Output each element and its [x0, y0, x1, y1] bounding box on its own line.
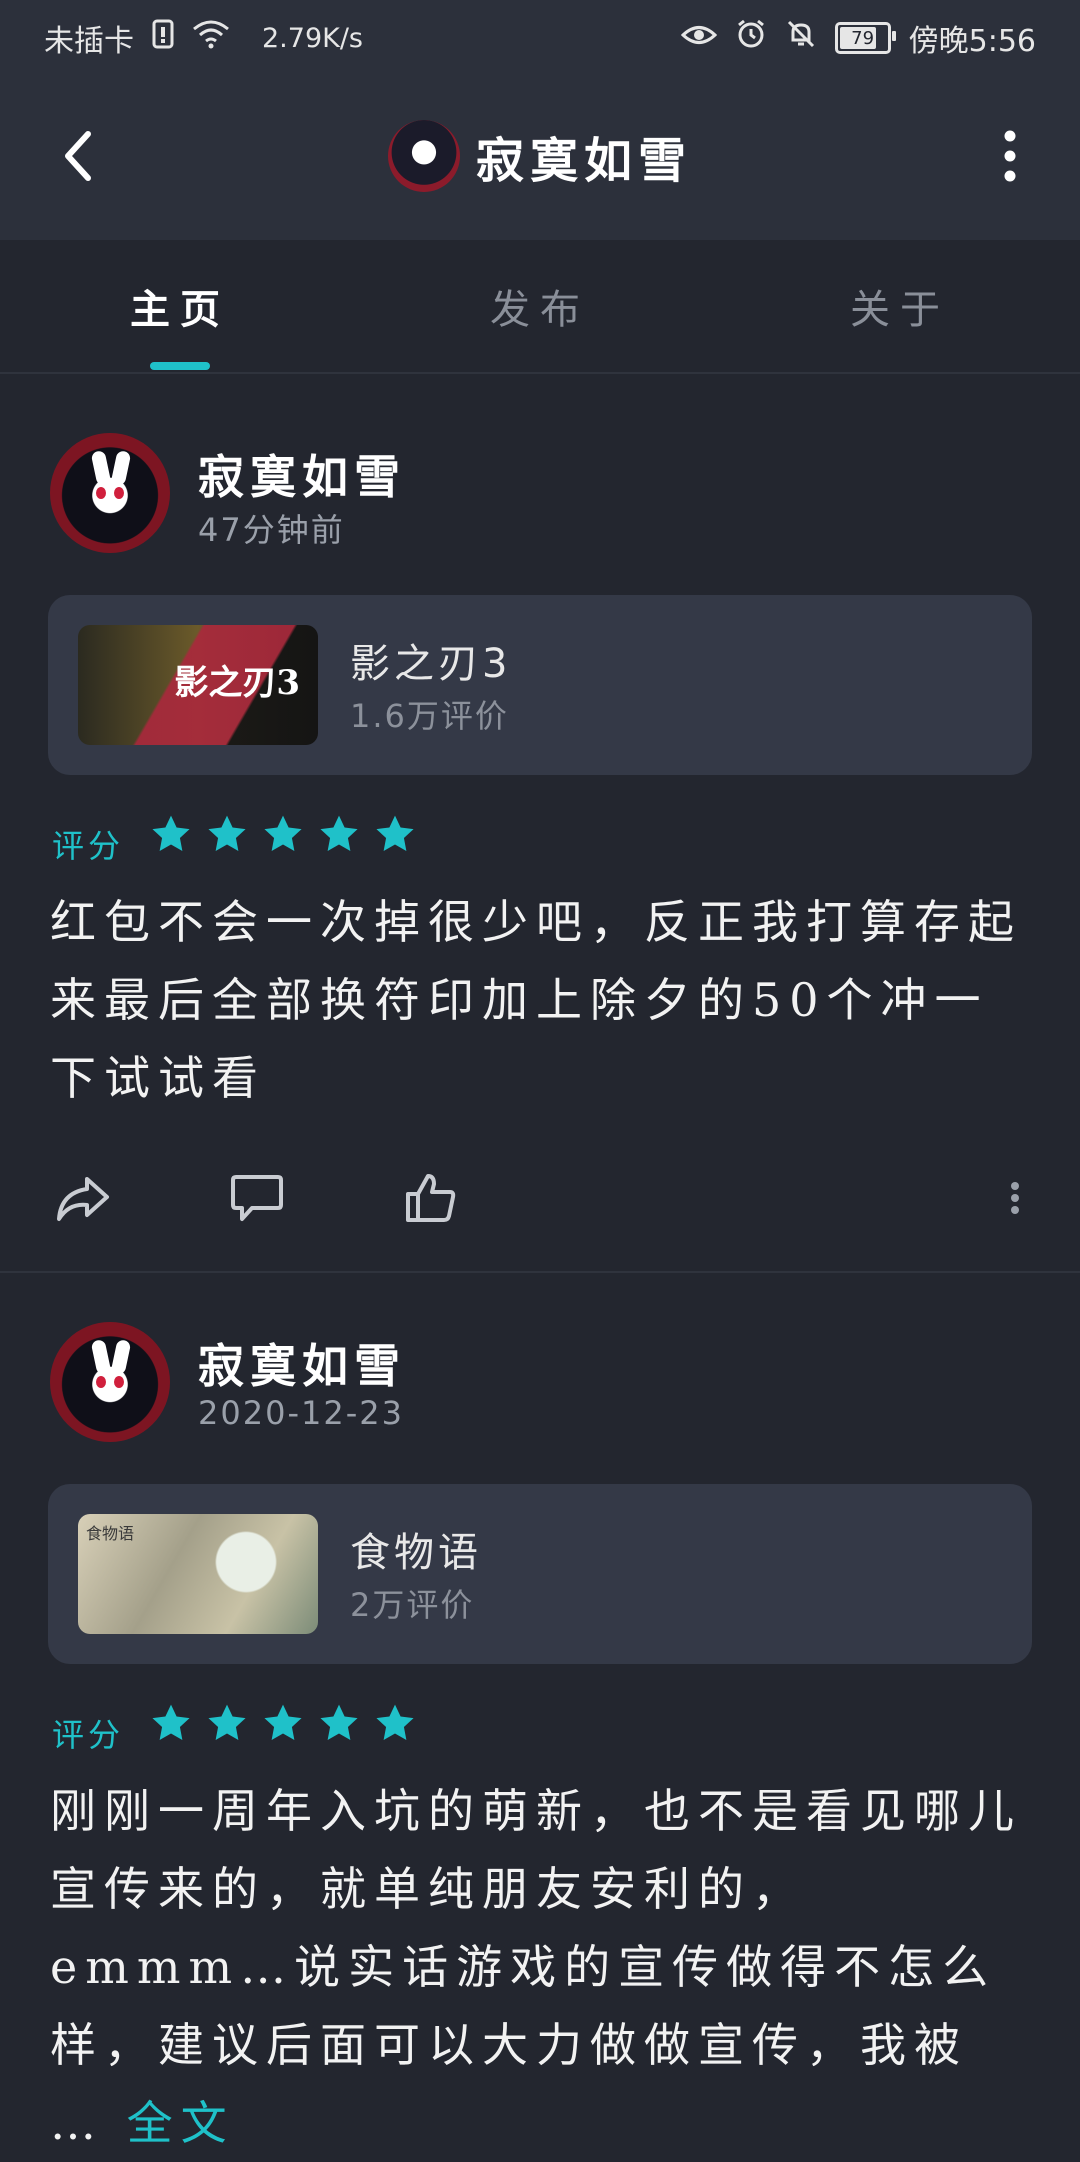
comment-button[interactable] — [222, 1163, 292, 1233]
page-title: 寂寞如雪 — [475, 133, 692, 189]
game-review-count: 2万评价 — [350, 1586, 475, 1624]
star-icon — [376, 1704, 414, 1740]
clock-text: 傍晚5:56 — [908, 24, 1036, 59]
post-timestamp: 47分钟前 — [198, 511, 345, 549]
game-name: 影之刃3 — [350, 641, 512, 687]
profile-tabs: 主页 发布 关于 — [0, 240, 1080, 374]
alarm-icon — [735, 18, 767, 58]
avatar-eye — [114, 1376, 124, 1388]
game-review-count: 1.6万评价 — [350, 697, 509, 735]
game-card[interactable]: 影之刃3 影之刃3 1.6万评价 — [48, 595, 1032, 775]
status-left: 未插卡 2.79K/s — [44, 16, 363, 60]
game-thumbnail-logo: 食物语 — [86, 1524, 135, 1543]
carrier-text: 未插卡 — [44, 24, 134, 59]
header-title-wrap: 寂寞如雪 — [0, 116, 1080, 196]
star-icon — [152, 815, 190, 851]
more-options-button[interactable] — [970, 116, 1050, 196]
wifi-icon — [192, 19, 230, 57]
game-card[interactable]: 食物语 食物语 2万评价 — [48, 1484, 1032, 1664]
review-text[interactable]: 刚刚一周年入坑的萌新，也不是看见哪儿宣传来的，就单纯朋友安利的，emmm…说实话… — [50, 1772, 1030, 2162]
star-icon — [152, 1704, 190, 1740]
app-bar: 寂寞如雪 — [0, 76, 1080, 240]
comment-icon — [231, 1175, 283, 1221]
post-timestamp: 2020-12-23 — [198, 1394, 404, 1432]
post-more-button[interactable] — [980, 1163, 1050, 1233]
avatar[interactable] — [50, 433, 170, 553]
avatar[interactable] — [50, 1322, 170, 1442]
tab-about[interactable]: 关于 — [720, 240, 1080, 372]
rating-stars — [150, 1702, 416, 1744]
game-thumbnail-logo: 影之刃3 — [174, 663, 300, 703]
star-icon — [264, 815, 302, 851]
rating-label: 评分 — [52, 1716, 125, 1754]
avatar-ear — [90, 1338, 112, 1376]
rating-stars — [150, 813, 416, 855]
share-icon — [57, 1177, 109, 1221]
review-text[interactable]: 红包不会一次掉很少吧，反正我打算存起来最后全部换符印加上除夕的50个冲一下试试看 — [50, 883, 1030, 1117]
avatar-eye — [114, 487, 124, 499]
status-right: 79 傍晚5:56 — [680, 16, 1036, 60]
more-vertical-icon — [1004, 130, 1016, 182]
game-thumbnail: 食物语 — [78, 1514, 318, 1634]
sim-icon — [152, 19, 174, 57]
more-vertical-icon — [1011, 1182, 1019, 1214]
star-icon — [264, 1704, 302, 1740]
mute-icon — [785, 18, 817, 58]
post-actions — [0, 1163, 1080, 1243]
header-avatar[interactable] — [387, 120, 460, 192]
review-body: 红包不会一次掉很少吧，反正我打算存起来最后全部换符印加上除夕的50个冲一下试试看 — [50, 895, 1022, 1105]
game-name: 食物语 — [350, 1530, 482, 1576]
share-button[interactable] — [48, 1163, 118, 1233]
star-icon — [376, 815, 414, 851]
avatar-ear — [110, 1338, 132, 1376]
star-icon — [208, 1704, 246, 1740]
star-icon — [208, 815, 246, 851]
avatar-eye — [96, 487, 106, 499]
star-icon — [320, 1704, 358, 1740]
battery-icon: 79 — [834, 22, 896, 54]
thumbs-up-icon — [406, 1174, 456, 1222]
read-more-link[interactable]: 全文 — [127, 2096, 235, 2150]
tab-home[interactable]: 主页 — [0, 240, 360, 372]
battery-level: 79 — [851, 27, 875, 49]
review-post: 寂寞如雪 47分钟前 影之刃3 影之刃3 1.6万评价 评分 红包不会一次掉很少… — [0, 383, 1080, 1273]
avatar-eye — [96, 1376, 106, 1388]
review-post: 寂寞如雪 2020-12-23 食物语 食物语 2万评价 评分 刚刚一周年入坑的… — [0, 1272, 1080, 2160]
avatar-ear — [110, 449, 132, 487]
username[interactable]: 寂寞如雪 — [198, 441, 406, 507]
status-bar: 未插卡 2.79K/s 79 傍晚5:56 — [0, 0, 1080, 76]
star-icon — [320, 815, 358, 851]
username[interactable]: 寂寞如雪 — [198, 1330, 406, 1396]
like-button[interactable] — [396, 1163, 466, 1233]
rating-label: 评分 — [52, 827, 125, 865]
avatar-ear — [90, 449, 112, 487]
game-thumbnail: 影之刃3 — [78, 625, 318, 745]
eye-icon — [680, 21, 717, 56]
tab-active-indicator — [150, 362, 210, 370]
network-speed: 2.79K/s — [262, 22, 363, 54]
tab-posts[interactable]: 发布 — [360, 240, 720, 372]
